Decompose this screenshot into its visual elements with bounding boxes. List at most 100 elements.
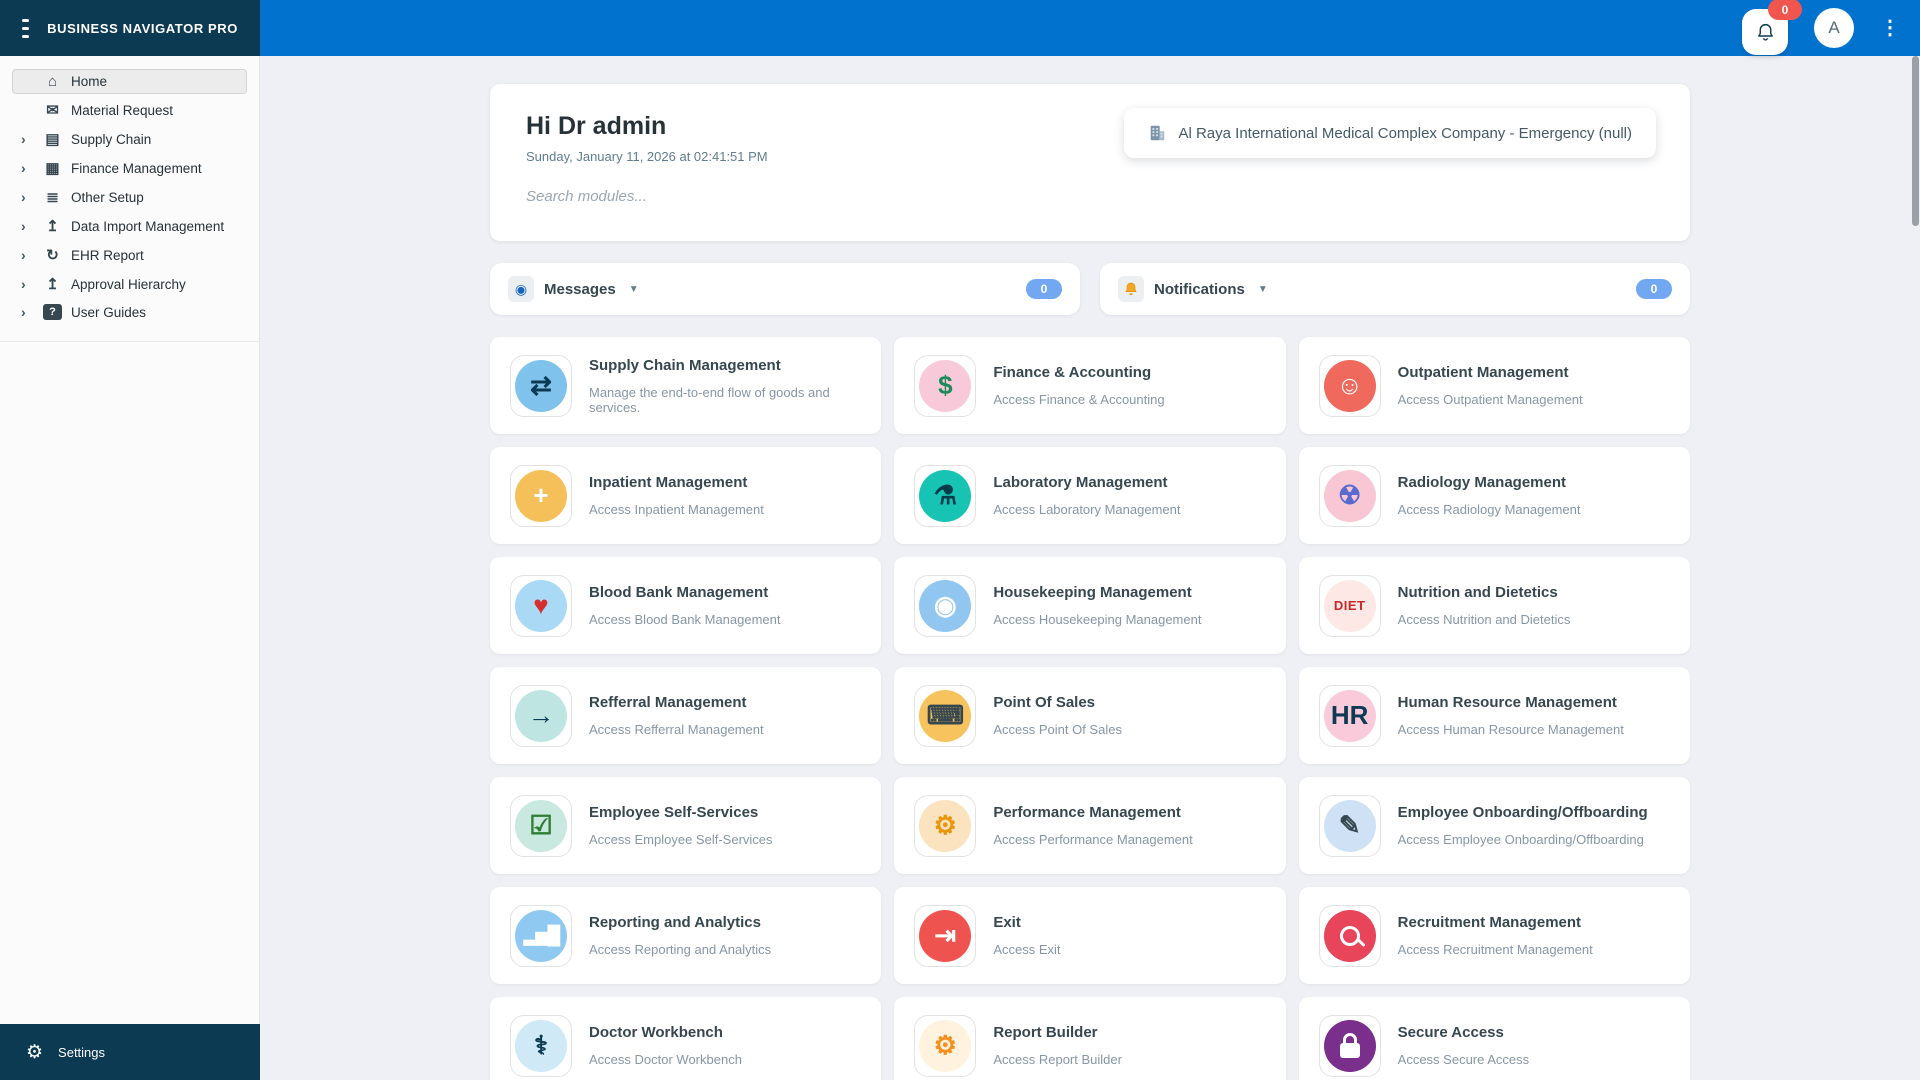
brand-area: BUSINESS NAVIGATOR PRO [0, 0, 260, 56]
module-subtitle: Access Employee Self-Services [589, 832, 773, 847]
module-card-exit[interactable]: ⇥ Exit Access Exit [894, 887, 1286, 984]
module-subtitle: Access Radiology Management [1397, 502, 1581, 517]
data-import-icon: ↥ [46, 218, 59, 235]
sidebar-item-label: User Guides [71, 304, 147, 320]
sidebar-item-approval-hierarchy[interactable]: › ↥ Approval Hierarchy [12, 271, 247, 297]
module-card-finance-accounting[interactable]: $ Finance & Accounting Access Finance & … [894, 337, 1286, 434]
module-card-performance-management[interactable]: ⚙ Performance Management Access Performa… [894, 777, 1286, 874]
module-title: Finance & Accounting [993, 364, 1152, 381]
recruitment-icon [1323, 909, 1376, 962]
supply-chain-module-icon: ⇄ [515, 359, 567, 412]
search-modules-input[interactable] [526, 188, 1166, 205]
module-subtitle: Access Exit [993, 942, 1061, 957]
module-card-supply-chain-management[interactable]: ⇄ Supply Chain Management Manage the end… [490, 337, 882, 434]
housekeeping-icon: ◉ [919, 579, 972, 632]
sidebar-menu: › ⌂ Home › ✉ Material Request › ▤ Supply… [0, 56, 259, 342]
notifications-button[interactable]: 0 [1742, 0, 1802, 55]
chevron-right-icon: › [21, 131, 26, 147]
sidebar-item-home[interactable]: › ⌂ Home [12, 69, 247, 94]
notifications-count-badge: 0 [1636, 279, 1672, 299]
performance-icon: ⚙ [919, 799, 972, 852]
kebab-menu-icon[interactable]: ⋮ [1880, 18, 1900, 38]
module-card-blood-bank-management[interactable]: ♥ Blood Bank Management Access Blood Ban… [490, 557, 882, 654]
module-card-outpatient-management[interactable]: ☺ Outpatient Management Access Outpatien… [1298, 337, 1690, 434]
module-subtitle: Access Reporting and Analytics [589, 942, 772, 957]
report-builder-icon: ⚙ [919, 1019, 972, 1072]
module-card-doctor-workbench[interactable]: ⚕ Doctor Workbench Access Doctor Workben… [490, 997, 882, 1080]
sidebar-item-finance-management[interactable]: › ▦ Finance Management [12, 155, 247, 181]
module-title: Blood Bank Management [589, 584, 769, 601]
company-banner[interactable]: Al Raya International Medical Complex Co… [1124, 108, 1656, 158]
onboarding-offboarding-icon: ✎ [1323, 799, 1376, 852]
other-setup-icon: ≣ [46, 189, 59, 206]
main-area: Hi Dr admin Sunday, January 11, 2026 at … [260, 56, 1920, 1080]
module-card-report-builder[interactable]: ⚙ Report Builder Access Report Builder [894, 997, 1286, 1080]
sidebar-item-label: Other Setup [71, 189, 144, 205]
employee-self-services-icon: ☑ [515, 799, 567, 852]
ehr-report-icon: ↻ [46, 247, 59, 264]
chevron-down-icon: ▼ [1257, 283, 1268, 295]
module-subtitle: Access Laboratory Management [993, 502, 1181, 517]
module-subtitle: Access Performance Management [993, 832, 1193, 847]
top-bar: BUSINESS NAVIGATOR PRO 0 A ⋮ [0, 0, 1920, 56]
module-card-radiology-management[interactable]: ☢ Radiology Management Access Radiology … [1298, 447, 1690, 544]
exit-icon: ⇥ [919, 909, 972, 962]
module-title: Performance Management [993, 804, 1181, 821]
module-subtitle: Access Recruitment Management [1397, 942, 1593, 957]
module-title: Recruitment Management [1397, 914, 1582, 931]
sidebar-item-data-import-management[interactable]: › ↥ Data Import Management [12, 213, 247, 239]
module-title: Housekeeping Management [993, 584, 1192, 601]
laboratory-icon: ⚗ [919, 469, 972, 522]
module-card-recruitment-management[interactable]: Recruitment Management Access Recruitmen… [1298, 887, 1690, 984]
sidebar-item-label: Home [71, 74, 108, 89]
module-title: Report Builder [993, 1024, 1098, 1041]
module-card-refferral-management[interactable]: → Refferral Management Access Refferral … [490, 667, 882, 764]
messages-label: Messages [544, 280, 616, 298]
scrollbar[interactable] [1912, 56, 1919, 226]
module-card-reporting-and-analytics[interactable]: ▂▅█ Reporting and Analytics Access Repor… [490, 887, 882, 984]
blood-bank-icon: ♥ [515, 579, 567, 632]
module-card-nutrition-and-dietetics[interactable]: DIET Nutrition and Dietetics Access Nutr… [1298, 557, 1690, 654]
module-title: Nutrition and Dietetics [1397, 584, 1558, 601]
sidebar-item-material-request[interactable]: › ✉ Material Request [12, 97, 247, 123]
sidebar-item-other-setup[interactable]: › ≣ Other Setup [12, 184, 247, 210]
sidebar-item-label: Data Import Management [71, 218, 225, 234]
module-card-laboratory-management[interactable]: ⚗ Laboratory Management Access Laborator… [894, 447, 1286, 544]
module-card-employee-self-services[interactable]: ☑ Employee Self-Services Access Employee… [490, 777, 882, 874]
module-title: Employee Onboarding/Offboarding [1397, 804, 1648, 821]
module-title: Human Resource Management [1397, 694, 1617, 711]
material-request-icon: ✉ [46, 102, 59, 119]
module-subtitle: Access Outpatient Management [1397, 392, 1583, 407]
module-title: Point Of Sales [993, 694, 1096, 711]
human-resource-icon: HR [1323, 689, 1376, 742]
module-subtitle: Access Nutrition and Dietetics [1397, 612, 1571, 627]
sidebar-item-label: Finance Management [71, 160, 202, 176]
notification-count-badge: 0 [1768, 0, 1802, 20]
module-title: Laboratory Management [993, 474, 1168, 491]
module-card-point-of-sales[interactable]: ⌨ Point Of Sales Access Point Of Sales [894, 667, 1286, 764]
approval-hierarchy-icon: ↥ [46, 276, 59, 293]
module-card-employee-onboarding-offboarding[interactable]: ✎ Employee Onboarding/Offboarding Access… [1298, 777, 1690, 874]
settings-button[interactable]: ⚙ Settings [0, 1024, 260, 1080]
module-subtitle: Access Blood Bank Management [589, 612, 781, 627]
messages-accordion[interactable]: ◉ Messages ▼ 0 [490, 263, 1080, 315]
sidebar-item-ehr-report[interactable]: › ↻ EHR Report [12, 242, 247, 268]
notifications-accordion[interactable]: Notifications ▼ 0 [1100, 263, 1690, 315]
module-card-inpatient-management[interactable]: + Inpatient Management Access Inpatient … [490, 447, 882, 544]
sidebar-item-label: EHR Report [71, 247, 144, 263]
company-name: Al Raya International Medical Complex Co… [1178, 124, 1632, 142]
user-guides-icon: ? [43, 304, 62, 320]
chevron-down-icon: ▼ [628, 283, 639, 295]
module-card-secure-access[interactable]: Secure Access Access Secure Access [1298, 997, 1690, 1080]
module-card-human-resource-management[interactable]: HR Human Resource Management Access Huma… [1298, 667, 1690, 764]
hamburger-menu-icon[interactable] [22, 18, 30, 38]
avatar[interactable]: A [1814, 8, 1854, 48]
reporting-analytics-icon: ▂▅█ [515, 909, 567, 962]
finance-accounting-icon: $ [919, 359, 972, 412]
module-subtitle: Access Housekeeping Management [993, 612, 1202, 627]
sidebar-item-supply-chain[interactable]: › ▤ Supply Chain [12, 126, 247, 152]
messages-icon: ◉ [508, 276, 534, 302]
sidebar-item-user-guides[interactable]: › ? User Guides [12, 300, 247, 324]
module-title: Secure Access [1397, 1024, 1504, 1041]
module-card-housekeeping-management[interactable]: ◉ Housekeeping Management Access Houseke… [894, 557, 1286, 654]
